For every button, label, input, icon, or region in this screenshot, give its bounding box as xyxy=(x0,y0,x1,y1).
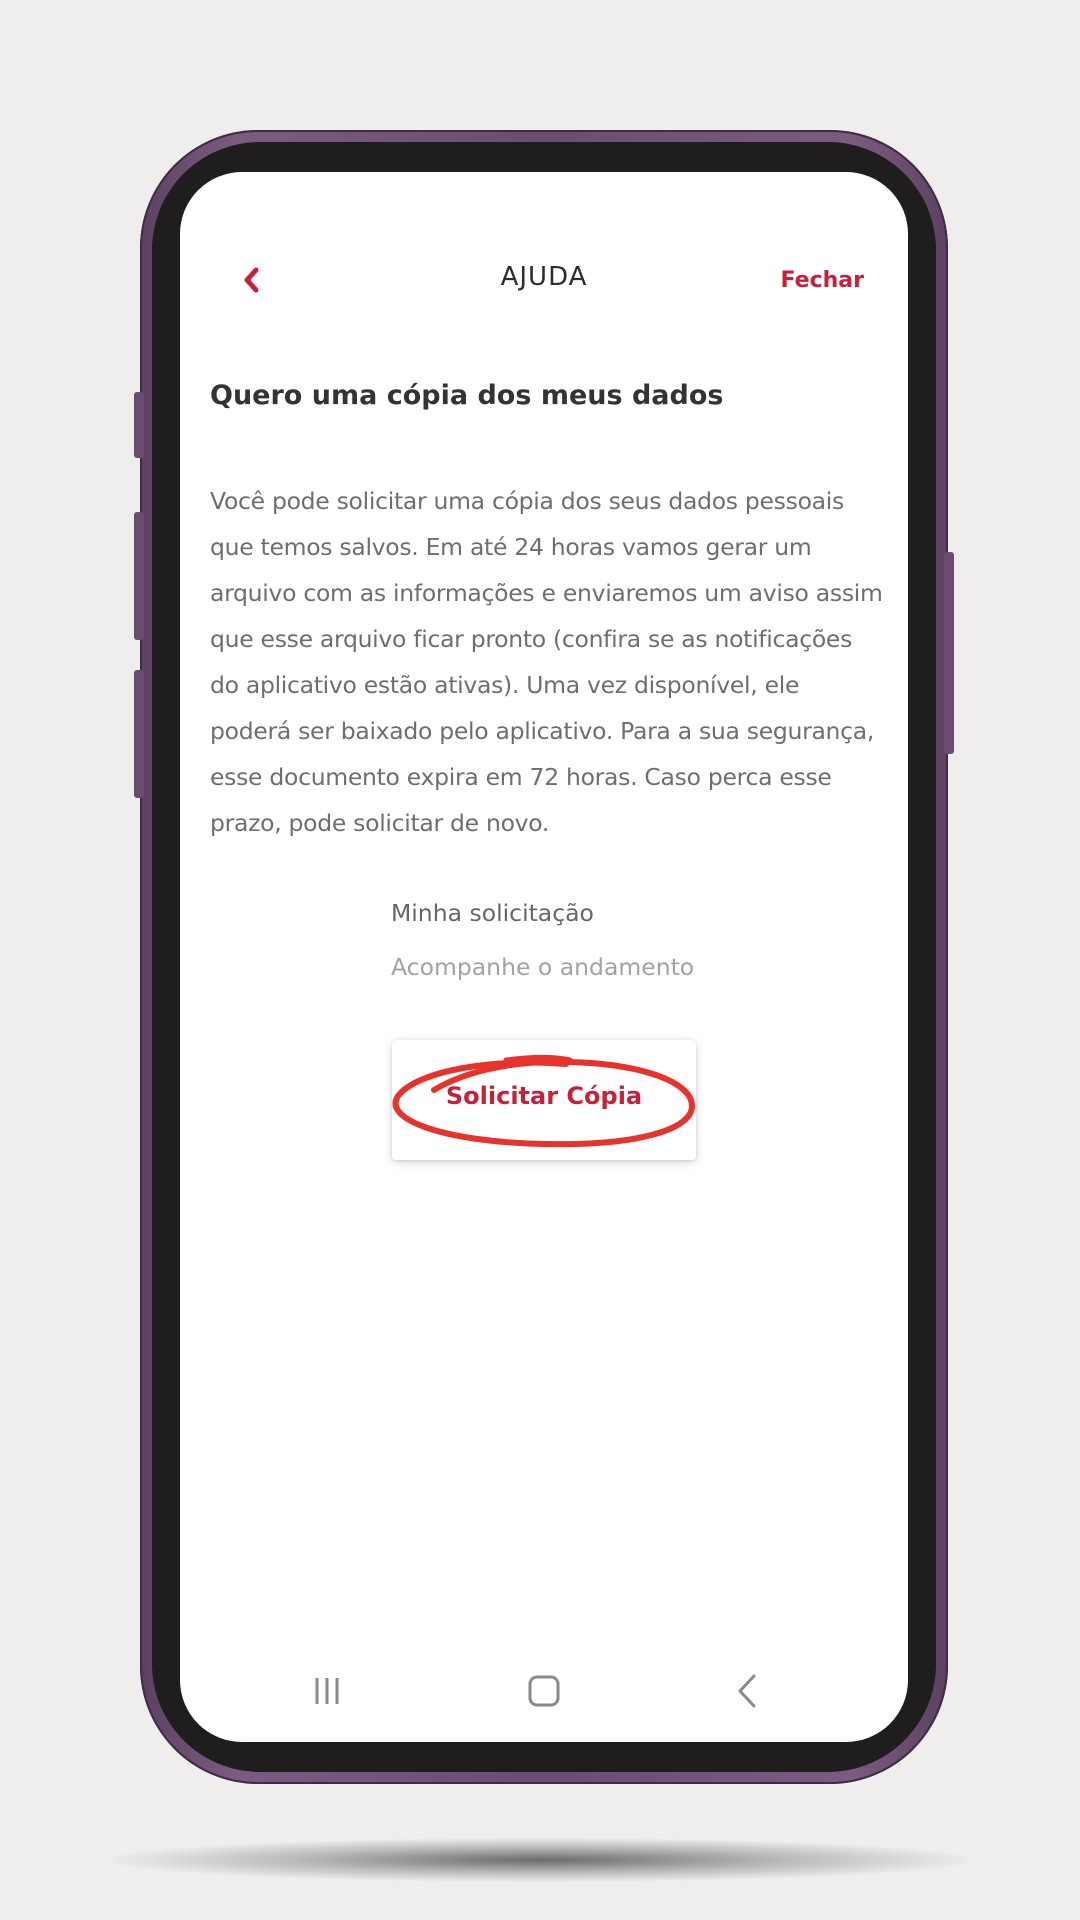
volume-up-button xyxy=(134,392,144,458)
home-icon[interactable] xyxy=(514,1666,574,1716)
recent-apps-icon[interactable] xyxy=(297,1666,357,1716)
section-headline: Quero uma cópia dos meus dados xyxy=(210,380,724,411)
description-text: Você pode solicitar uma cópia dos seus d… xyxy=(210,487,883,837)
phone-shadow xyxy=(110,1838,970,1882)
power-button xyxy=(944,552,954,754)
request-title: Minha solicitação xyxy=(391,899,594,927)
app-header: AJUDA Fechar xyxy=(180,252,908,312)
highlight-circle xyxy=(392,1054,696,1148)
back-icon[interactable] xyxy=(716,1666,776,1716)
system-navigation-bar xyxy=(180,1662,908,1722)
request-subtitle: Acompanhe o andamento xyxy=(391,953,695,981)
volume-down-button xyxy=(134,512,144,640)
close-button[interactable]: Fechar xyxy=(781,268,864,293)
phone-screen: AJUDA Fechar Quero uma cópia dos meus da… xyxy=(180,172,908,1742)
bixby-button xyxy=(134,670,144,798)
